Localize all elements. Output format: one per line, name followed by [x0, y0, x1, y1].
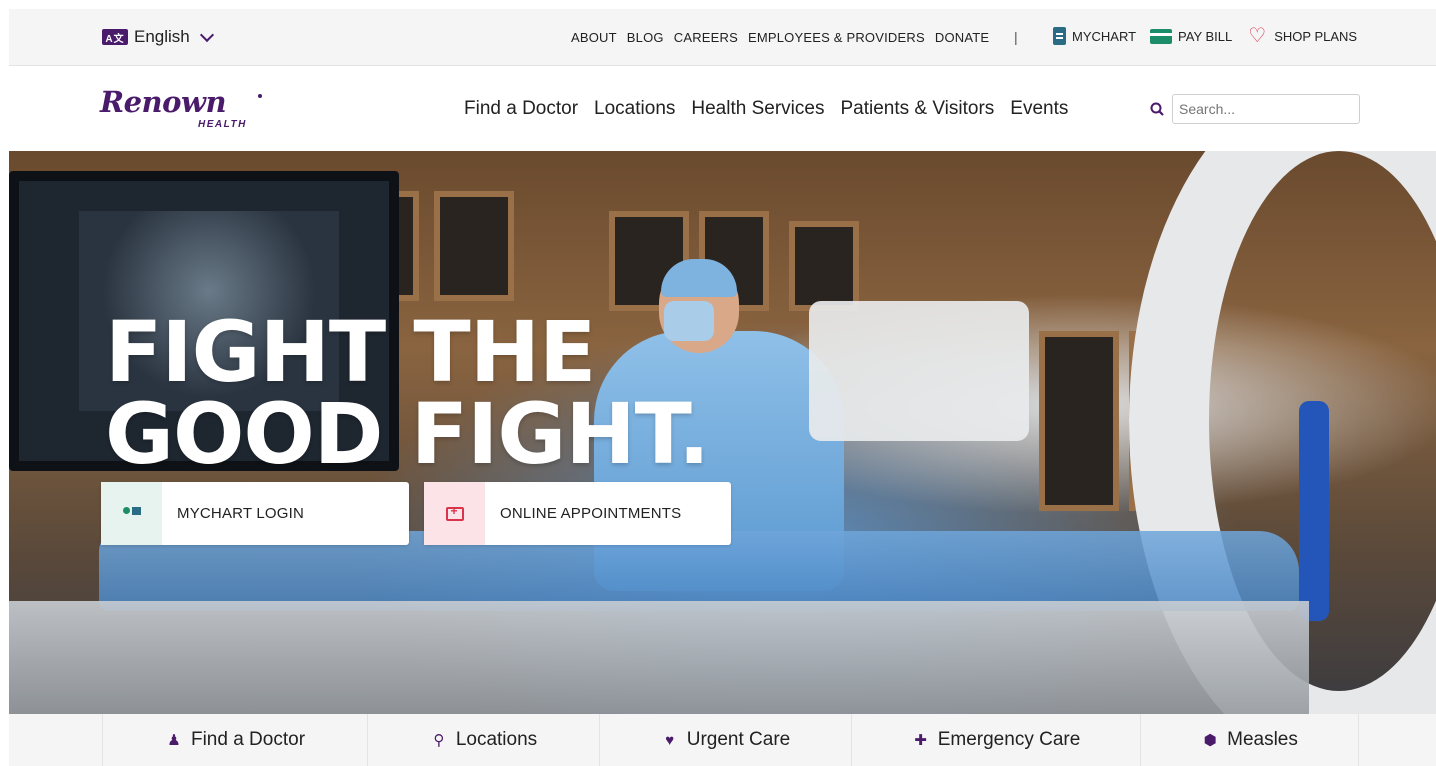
chevron-down-icon	[199, 27, 214, 42]
cta-icon-box	[424, 482, 485, 545]
util-separator: |	[1014, 29, 1018, 45]
online-appointments-label: ONLINE APPOINTMENTS	[500, 505, 682, 522]
mychart-login-button[interactable]: MYCHART LOGIN	[101, 482, 409, 545]
credit-card-icon	[1150, 28, 1173, 44]
quick-link-label: Find a Doctor	[190, 729, 306, 750]
heart-icon: ♡	[1248, 25, 1267, 47]
logo-registered-mark	[258, 94, 262, 98]
map-pin-icon: ⚲	[433, 732, 445, 749]
search-icon[interactable]	[1150, 102, 1164, 116]
logo-wordmark: Renown	[100, 85, 227, 119]
mychart-link[interactable]: MYCHART	[1053, 27, 1136, 45]
search-input[interactable]	[1172, 94, 1360, 124]
language-label: English	[134, 27, 190, 46]
util-link-blog[interactable]: BLOG	[627, 30, 664, 45]
hero-title-line2: GOOD FIGHT.	[105, 385, 710, 483]
cta-icon-box	[101, 482, 162, 545]
virus-shield-icon: ⬢	[1203, 732, 1217, 749]
utility-actions: MYCHART PAY BILL ♡ SHOP PLANS	[1053, 25, 1365, 47]
nav-find-a-doctor[interactable]: Find a Doctor	[464, 98, 578, 120]
hero-title: FIGHT THE GOOD FIGHT.	[105, 303, 710, 483]
quick-link-emergency-care[interactable]: ✚ Emergency Care	[851, 714, 1140, 766]
main-header: Renown HEALTH Find a Doctor Locations He…	[0, 67, 1436, 151]
mychart-label: MYCHART	[1072, 28, 1137, 44]
cabinet-panel	[434, 191, 514, 301]
nav-health-services[interactable]: Health Services	[691, 98, 824, 120]
quick-link-label: Locations	[455, 729, 538, 750]
people-icon	[122, 506, 141, 521]
logo-subtitle: HEALTH	[198, 119, 247, 130]
quick-link-measles[interactable]: ⬢ Measles	[1140, 714, 1359, 766]
shop-plans-link[interactable]: ♡ SHOP PLANS	[1246, 25, 1358, 47]
utility-bar: A文 English ABOUT BLOG CAREERS EMPLOYEES …	[9, 9, 1436, 66]
clipboard-icon	[1053, 27, 1066, 45]
online-appointments-button[interactable]: ONLINE APPOINTMENTS	[424, 482, 731, 545]
nav-patients-visitors[interactable]: Patients & Visitors	[840, 98, 994, 120]
util-link-employees-providers[interactable]: EMPLOYEES & PROVIDERS	[748, 30, 925, 45]
quick-link-label: Urgent Care	[686, 729, 791, 750]
pay-bill-label: PAY BILL	[1178, 28, 1233, 44]
pay-bill-link[interactable]: PAY BILL	[1150, 28, 1233, 44]
translate-icon: A文	[102, 29, 128, 45]
hero-title-line1: FIGHT THE	[105, 303, 596, 401]
shop-plans-label: SHOP PLANS	[1274, 28, 1358, 44]
heartbeat-icon: ♥	[665, 731, 675, 749]
quick-link-locations[interactable]: ⚲ Locations	[367, 714, 599, 766]
cabinet-panel	[1039, 331, 1119, 511]
util-link-careers[interactable]: CAREERS	[674, 30, 738, 45]
laptop-plus-icon	[445, 504, 464, 521]
quick-link-label: Emergency Care	[937, 729, 1081, 750]
quick-link-urgent-care[interactable]: ♥ Urgent Care	[599, 714, 851, 766]
utility-links: ABOUT BLOG CAREERS EMPLOYEES & PROVIDERS…	[571, 30, 989, 45]
renown-logo[interactable]: Renown HEALTH	[100, 85, 270, 135]
language-selector[interactable]: A文 English	[102, 27, 214, 47]
util-link-donate[interactable]: DONATE	[935, 30, 989, 45]
hero-banner: FIGHT THE GOOD FIGHT. MYCHART LOGIN ONLI…	[9, 151, 1436, 714]
quick-links-bar: ♟ Find a Doctor ⚲ Locations ♥ Urgent Car…	[9, 714, 1436, 766]
util-link-about[interactable]: ABOUT	[571, 30, 617, 45]
imaging-arm	[809, 301, 1029, 441]
nav-locations[interactable]: Locations	[594, 98, 675, 120]
ambulance-icon: ✚	[914, 732, 927, 749]
mychart-login-label: MYCHART LOGIN	[177, 505, 305, 522]
doctor-icon: ♟	[167, 732, 181, 749]
main-nav: Find a Doctor Locations Health Services …	[464, 98, 1068, 120]
quick-link-label: Measles	[1227, 729, 1298, 750]
cabinet-panel	[789, 221, 859, 311]
c-arm-blue-band	[1299, 401, 1329, 621]
table-base	[9, 601, 1309, 714]
nav-events[interactable]: Events	[1010, 98, 1068, 120]
quick-link-find-a-doctor[interactable]: ♟ Find a Doctor	[102, 714, 367, 766]
